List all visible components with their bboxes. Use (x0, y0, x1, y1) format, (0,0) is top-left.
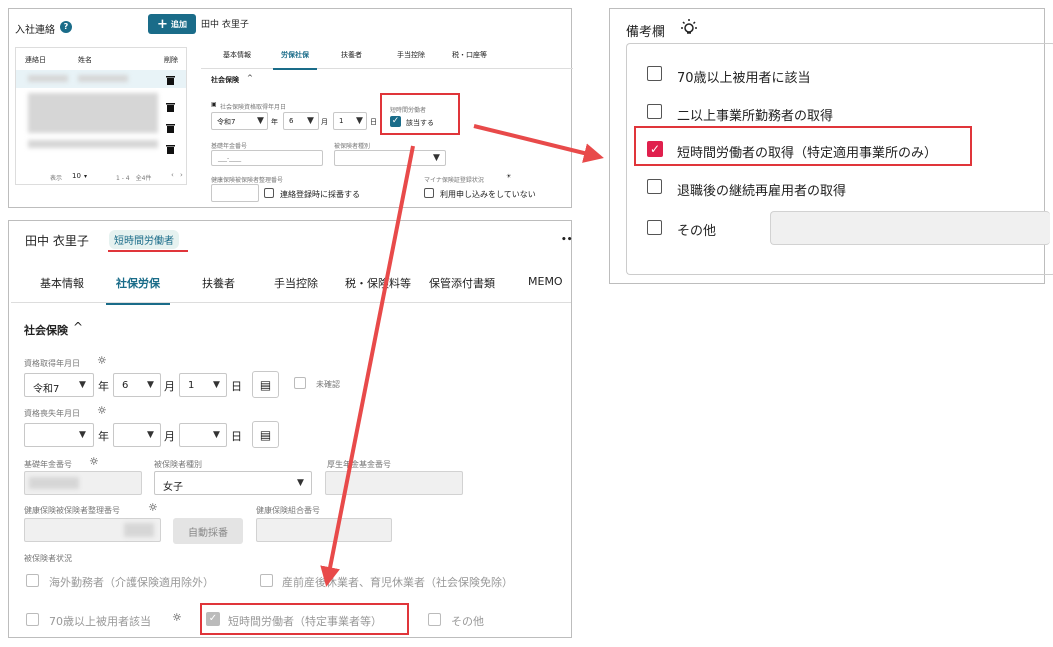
arrow-to-status (320, 145, 415, 587)
arrow-to-remarks (473, 124, 604, 163)
annotation-arrows (320, 124, 604, 587)
